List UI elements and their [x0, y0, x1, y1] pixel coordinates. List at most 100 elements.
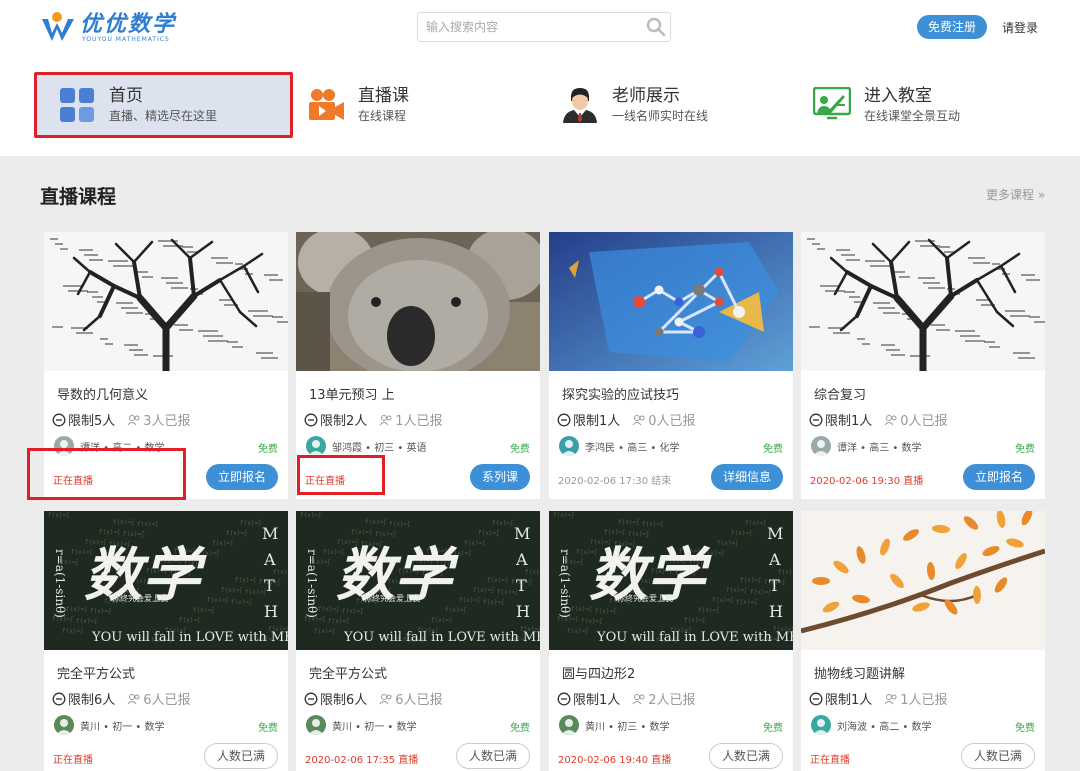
site-logo[interactable]: 优优数学 YOUYOU MATHEMATICS — [40, 10, 176, 46]
people-icon — [379, 414, 392, 425]
free-badge: 免费 — [258, 444, 278, 455]
svg-text:f(x)=∫: f(x)=∫ — [478, 529, 500, 537]
clock-icon — [304, 413, 318, 426]
nav-item-live-course[interactable]: 直播课 在线课程 — [306, 72, 536, 138]
course-title[interactable]: 完全平方公式 — [309, 663, 387, 682]
course-thumbnail[interactable]: f(x)=∫ f(x)=∫ f(x)=∫ f(x)=∫ f(x)=∫ f(x)=∫ f(x)… — [296, 511, 540, 650]
course-card[interactable]: f(x)=∫ f(x)=∫ f(x)=∫ f(x)=∫ f(x)=∫ f(x)=∫ f(x)… — [296, 511, 540, 771]
free-badge: 免费 — [258, 723, 278, 734]
course-action-button[interactable]: 详细信息 — [710, 464, 783, 490]
course-card[interactable]: 综合复习 限制1人 0人已报 谭洋 • 高三 • 数学 免费 2020-02-0… — [801, 232, 1045, 499]
course-card[interactable]: f(x)=∫ f(x)=∫ f(x)=∫ f(x)=∫ f(x)=∫ f(x)=∫ f(x)… — [549, 511, 793, 771]
teacher-row: 邹鸿霞 • 初三 • 英语 免费 — [306, 436, 530, 456]
search-box — [417, 12, 671, 42]
nav-classroom-title: 进入教室 — [864, 86, 932, 106]
course-thumbnail[interactable]: f(x)=∫ f(x)=∫ f(x)=∫ f(x)=∫ f(x)=∫ f(x)=∫ f(x)… — [549, 511, 793, 650]
course-card[interactable]: 抛物线习题讲解 限制1人 1人已报 刘海波 • 高二 • 数学 免费 正在直播 … — [801, 511, 1045, 771]
course-signed-wrap: 0人已报 — [884, 410, 948, 429]
course-limit: 限制6人 — [320, 693, 368, 708]
course-thumbnail[interactable] — [801, 511, 1045, 650]
top-header: 优优数学 YOUYOU MATHEMATICS 免费注册 请登录 — [0, 0, 1080, 56]
course-signed-wrap: 1人已报 — [379, 410, 443, 429]
people-icon — [127, 693, 140, 704]
course-thumbnail[interactable]: f(x)=∫ f(x)=∫ f(x)=∫ f(x)=∫ f(x)=∫ f(x)=∫ f(x)… — [44, 511, 288, 650]
course-status-live: 2020-02-06 19:30 直播 — [810, 476, 924, 487]
svg-text:f(x)=∫: f(x)=∫ — [684, 616, 706, 624]
course-title[interactable]: 导数的几何意义 — [57, 384, 148, 403]
svg-text:YOU will fall in LOVE with ME: YOU will fall in LOVE with ME — [91, 630, 288, 645]
clock-icon — [304, 692, 318, 705]
svg-text:f(x)=∫: f(x)=∫ — [231, 598, 253, 606]
course-signed-wrap: 6人已报 — [127, 689, 191, 708]
course-action-button[interactable]: 人数已满 — [455, 743, 530, 769]
teacher-info: 谭洋 • 高三 • 数学 — [837, 442, 922, 454]
course-thumbnail[interactable] — [44, 232, 288, 371]
course-thumbnail[interactable] — [801, 232, 1045, 371]
avatar[interactable] — [306, 715, 326, 735]
svg-text:f(x)=∫: f(x)=∫ — [464, 539, 486, 547]
course-status: 正在直播 — [810, 751, 850, 766]
course-title[interactable]: 探究实验的应试技巧 — [562, 384, 679, 403]
nav-home-title: 首页 — [109, 86, 143, 106]
svg-text:f(x)=∫: f(x)=∫ — [703, 549, 725, 557]
svg-text:f(x)=∫: f(x)=∫ — [745, 519, 767, 527]
svg-text:f(x)=∫: f(x)=∫ — [450, 549, 472, 557]
course-meta: 限制6人 6人已报 — [304, 689, 443, 708]
svg-text:f(x)=∫: f(x)=∫ — [525, 568, 540, 576]
clock-icon — [52, 413, 66, 426]
course-signed-wrap: 6人已报 — [379, 689, 443, 708]
course-meta: 限制1人 2人已报 — [557, 689, 696, 708]
register-button[interactable]: 免费注册 — [917, 15, 987, 39]
svg-text:f(x)=∫: f(x)=∫ — [198, 549, 220, 557]
course-title[interactable]: 综合复习 — [814, 384, 866, 403]
nav-item-teachers[interactable]: 老师展示 一线名师实时在线 — [560, 72, 790, 138]
svg-text:H: H — [264, 602, 278, 621]
course-card[interactable]: f(x)=∫ f(x)=∫ f(x)=∫ f(x)=∫ f(x)=∫ f(x)=∫ f(x)… — [44, 511, 288, 771]
search-input[interactable] — [418, 13, 642, 41]
avatar[interactable] — [811, 436, 831, 456]
more-courses-link[interactable]: 更多课程 » — [986, 186, 1045, 203]
avatar[interactable] — [54, 715, 74, 735]
course-action-button[interactable]: 系列课 — [469, 464, 530, 490]
people-icon — [379, 693, 392, 704]
svg-text:f(x)=∫: f(x)=∫ — [581, 617, 603, 625]
course-action-button[interactable]: 立即报名 — [962, 464, 1035, 490]
course-card[interactable]: 探究实验的应试技巧 限制1人 0人已报 李鸿民 • 高三 • 化学 免费 202… — [549, 232, 793, 499]
login-link[interactable]: 请登录 — [1002, 19, 1038, 36]
course-action-button[interactable]: 人数已满 — [203, 743, 278, 769]
svg-text:f(x)=∫: f(x)=∫ — [48, 511, 70, 519]
course-thumbnail[interactable] — [296, 232, 540, 371]
course-signed-count: 6人已报 — [395, 693, 443, 708]
search-icon[interactable] — [642, 13, 670, 41]
svg-text:f(x)=∫: f(x)=∫ — [778, 568, 793, 576]
nav-item-home[interactable]: 首页 直播、精选尽在这里 — [34, 72, 293, 138]
course-action-button[interactable]: 立即报名 — [205, 464, 278, 490]
course-title[interactable]: 圆与四边形2 — [562, 663, 635, 682]
course-title[interactable]: 13单元预习 上 — [309, 384, 395, 403]
course-thumbnail[interactable] — [549, 232, 793, 371]
course-action-button[interactable]: 人数已满 — [708, 743, 783, 769]
svg-text:f(x)=∫: f(x)=∫ — [328, 617, 350, 625]
svg-text:f(x)=∫: f(x)=∫ — [483, 598, 505, 606]
course-meta: 限制6人 6人已报 — [52, 689, 191, 708]
teacher-row: 黄川 • 初三 • 数学 免费 — [559, 715, 783, 735]
svg-text:f(x)=∫: f(x)=∫ — [212, 539, 234, 547]
course-status-live: 正在直播 — [53, 755, 93, 766]
course-status-live: 2020-02-06 17:35 直播 — [305, 755, 419, 766]
svg-text:r=a(1-sinθ): r=a(1-sinθ) — [53, 549, 67, 618]
avatar[interactable] — [811, 715, 831, 735]
nav-item-classroom[interactable]: 进入教室 在线课堂全景互动 — [812, 72, 1042, 138]
course-title[interactable]: 完全平方公式 — [57, 663, 135, 682]
svg-text:f(x)=∫: f(x)=∫ — [314, 627, 336, 635]
teacher-info: 刘海波 • 高二 • 数学 — [837, 721, 932, 733]
course-signed-count: 0人已报 — [900, 414, 948, 429]
clock-icon — [809, 413, 823, 426]
avatar[interactable] — [559, 436, 579, 456]
avatar[interactable] — [306, 436, 326, 456]
course-action-button[interactable]: 人数已满 — [960, 743, 1035, 769]
avatar[interactable] — [559, 715, 579, 735]
course-title[interactable]: 抛物线习题讲解 — [814, 663, 905, 682]
logo-mark-icon — [40, 11, 76, 45]
course-limit: 限制1人 — [573, 414, 621, 429]
svg-text:f(x)=∫: f(x)=∫ — [351, 528, 373, 536]
